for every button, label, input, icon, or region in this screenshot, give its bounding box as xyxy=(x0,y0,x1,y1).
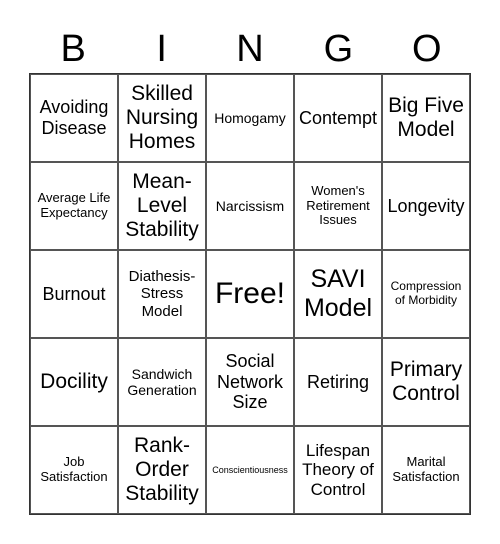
bingo-cell[interactable]: Big Five Model xyxy=(382,74,470,162)
bingo-cell[interactable]: Docility xyxy=(30,338,118,426)
header-letter-i: I xyxy=(156,28,167,70)
bingo-cell[interactable]: Homogamy xyxy=(206,74,294,162)
header-letter-n: N xyxy=(236,28,264,70)
bingo-cell[interactable]: Social Network Size xyxy=(206,338,294,426)
bingo-cell[interactable]: Avoiding Disease xyxy=(30,74,118,162)
header-letter-g: G xyxy=(323,28,354,70)
bingo-cell[interactable]: Job Satisfaction xyxy=(30,426,118,514)
bingo-cell[interactable]: Conscientiousness xyxy=(206,426,294,514)
header-letter-b: B xyxy=(60,28,86,70)
bingo-cell[interactable]: Burnout xyxy=(30,250,118,338)
bingo-cell[interactable]: Mean-Level Stability xyxy=(118,162,206,250)
bingo-cell[interactable]: Skilled Nursing Homes xyxy=(118,74,206,162)
bingo-grid: Avoiding Disease Skilled Nursing Homes H… xyxy=(29,73,471,515)
bingo-cell[interactable]: Longevity xyxy=(382,162,470,250)
bingo-cell[interactable]: Women's Retirement Issues xyxy=(294,162,382,250)
free-space-cell[interactable]: Free! xyxy=(206,250,294,338)
bingo-cell[interactable]: Contempt xyxy=(294,74,382,162)
bingo-cell[interactable]: Sandwich Generation xyxy=(118,338,206,426)
bingo-cell[interactable]: Retiring xyxy=(294,338,382,426)
bingo-cell[interactable]: Diathesis-Stress Model xyxy=(118,250,206,338)
header-letter-o: O xyxy=(412,28,442,70)
bingo-cell[interactable]: Lifespan Theory of Control xyxy=(294,426,382,514)
bingo-header: B I N G O xyxy=(29,26,471,72)
bingo-cell[interactable]: Compression of Morbidity xyxy=(382,250,470,338)
bingo-cell[interactable]: Average Life Expectancy xyxy=(30,162,118,250)
bingo-cell[interactable]: Narcissism xyxy=(206,162,294,250)
bingo-cell[interactable]: Rank-Order Stability xyxy=(118,426,206,514)
bingo-cell[interactable]: Marital Satisfaction xyxy=(382,426,470,514)
bingo-cell[interactable]: Primary Control xyxy=(382,338,470,426)
bingo-cell[interactable]: SAVI Model xyxy=(294,250,382,338)
